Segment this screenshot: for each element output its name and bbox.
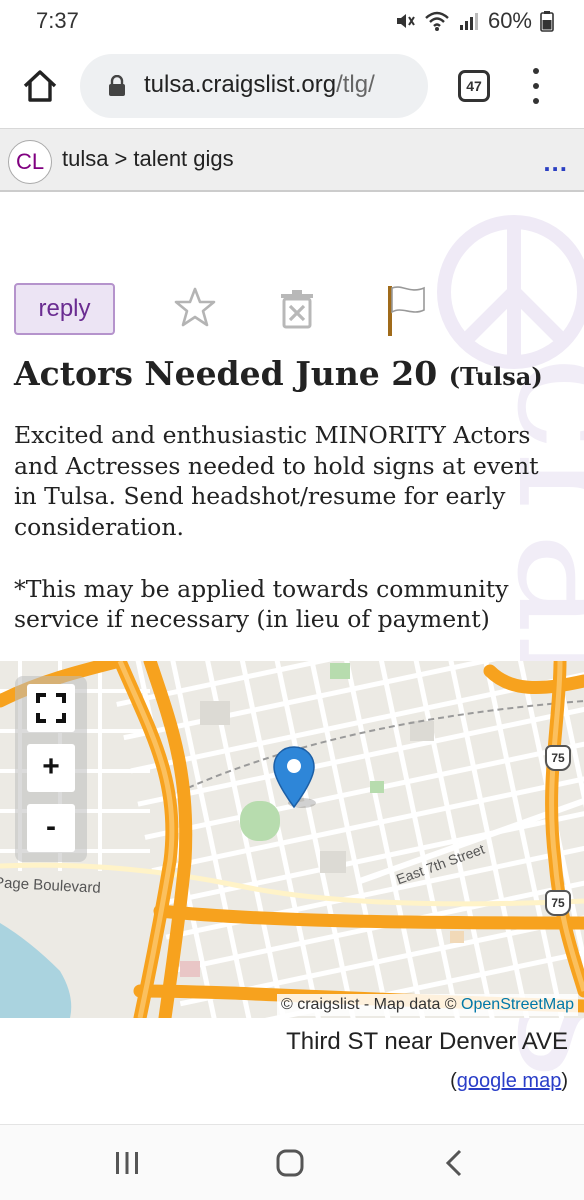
- posting-title: Actors Needed June 20 (Tulsa): [14, 354, 574, 393]
- hide-trash-icon[interactable]: [277, 288, 317, 330]
- posting-location: (Tulsa): [448, 362, 543, 391]
- map-pin-icon[interactable]: [272, 745, 316, 809]
- fullscreen-button[interactable]: [27, 684, 75, 732]
- system-nav-bar: [0, 1124, 584, 1200]
- breadcrumb-category[interactable]: talent gigs: [133, 146, 233, 171]
- location-map[interactable]: + - Page Boulevard East 7th Street 75 75…: [0, 661, 584, 1018]
- site-header: CL tulsa > talent gigs ...: [0, 128, 584, 192]
- status-bar: 7:37 60%: [0, 0, 584, 44]
- map-attribution: © craigslist - Map data © OpenStreetMap: [276, 994, 578, 1016]
- address-bar[interactable]: tulsa.craigslist.org/tlg/: [80, 54, 428, 118]
- zoom-out-button[interactable]: -: [27, 804, 75, 852]
- star-icon[interactable]: [173, 286, 217, 328]
- signal-icon: [459, 13, 478, 30]
- google-map-link[interactable]: google map: [457, 1070, 562, 1092]
- breadcrumb-city[interactable]: tulsa: [62, 146, 108, 171]
- status-time: 7:37: [36, 8, 79, 33]
- map-tiles: [0, 661, 584, 1018]
- craigslist-logo[interactable]: CL: [8, 140, 52, 184]
- more-vert-icon[interactable]: [526, 68, 546, 104]
- map-address: Third ST near Denver AVE: [286, 1028, 568, 1055]
- zoom-control: + -: [15, 676, 87, 862]
- back-icon[interactable]: [444, 1149, 464, 1177]
- paren-close: ): [561, 1070, 568, 1092]
- url-text: tulsa.craigslist.org/tlg/: [144, 71, 375, 99]
- zoom-in-button[interactable]: +: [27, 744, 75, 792]
- openstreetmap-link[interactable]: OpenStreetMap: [461, 996, 574, 1013]
- url-host: tulsa.craigslist.org: [144, 71, 337, 98]
- wifi-icon: [425, 11, 449, 31]
- browser-toolbar: tulsa.craigslist.org/tlg/ 47: [0, 44, 584, 128]
- status-icons: 60%: [394, 8, 554, 34]
- highway-shield: 75: [545, 890, 571, 916]
- attribution-text: © craigslist - Map data ©: [280, 996, 457, 1013]
- lock-icon: [109, 75, 125, 96]
- fullscreen-icon: [36, 693, 66, 723]
- home-nav-icon[interactable]: [276, 1149, 304, 1177]
- flag-icon[interactable]: [380, 282, 430, 338]
- more-options-button[interactable]: ...: [543, 147, 568, 178]
- posting-body-paragraph: Excited and enthusiastic MINORITY Actors…: [14, 421, 539, 542]
- posting-body-paragraph: *This may be applied towards community s…: [14, 574, 509, 634]
- highway-shield: 75: [545, 745, 571, 771]
- breadcrumb-separator: >: [114, 146, 128, 171]
- battery-percent: 60%: [487, 8, 532, 33]
- url-path: /tlg/: [336, 71, 375, 98]
- tabs-icon[interactable]: 47: [458, 70, 490, 102]
- home-icon[interactable]: [20, 66, 60, 106]
- battery-icon: [540, 11, 554, 32]
- google-map-line: (google map): [450, 1070, 568, 1093]
- paren-open: (: [450, 1070, 457, 1092]
- recents-icon[interactable]: [114, 1150, 140, 1176]
- posting-title-text: Actors Needed June 20: [14, 354, 438, 393]
- reply-button[interactable]: reply: [14, 283, 115, 335]
- mute-icon: [396, 14, 415, 28]
- posting-body: Excited and enthusiastic MINORITY Actors…: [14, 420, 554, 635]
- breadcrumb: tulsa > talent gigs: [62, 146, 234, 172]
